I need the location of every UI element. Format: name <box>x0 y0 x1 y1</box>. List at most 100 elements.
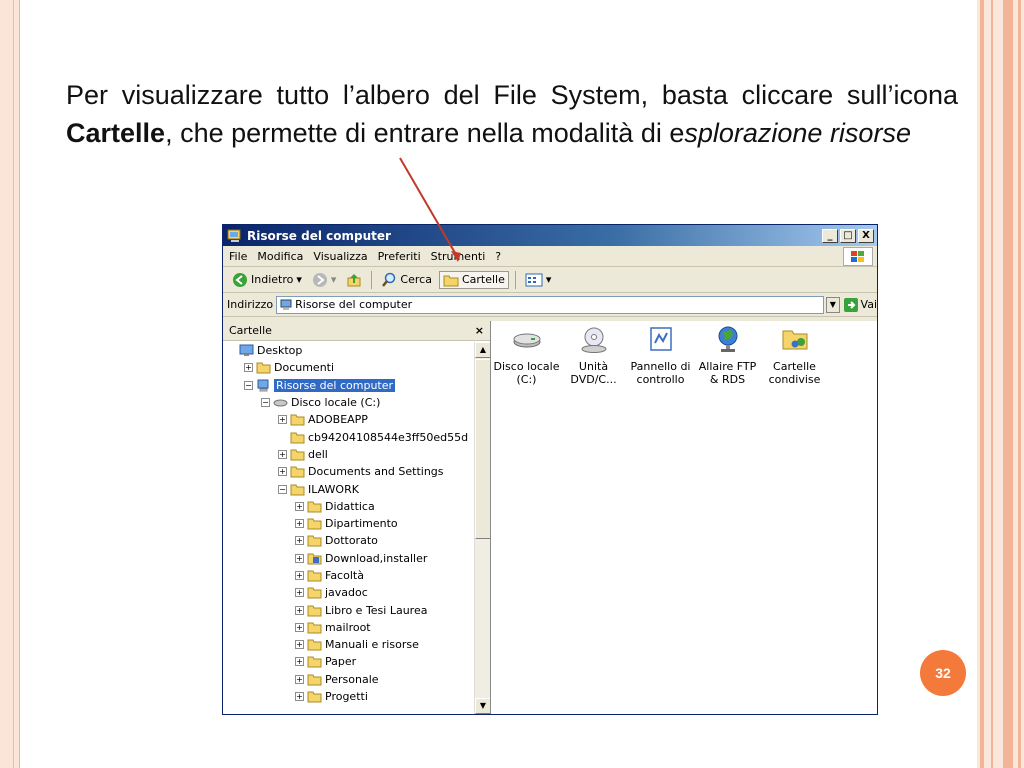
expand-icon[interactable]: + <box>278 415 287 425</box>
expand-icon[interactable]: + <box>295 588 304 598</box>
folder-icon <box>290 465 305 478</box>
minimize-button[interactable]: _ <box>822 228 838 243</box>
go-button[interactable]: Vai <box>843 297 877 312</box>
content-item[interactable]: Pannello di controllo <box>627 325 694 386</box>
tree-item[interactable]: − ILAWORK <box>223 480 474 497</box>
expand-icon[interactable]: + <box>278 467 287 477</box>
close-pane-button[interactable]: × <box>475 324 484 337</box>
expand-icon[interactable]: + <box>295 640 304 650</box>
back-dropdown-icon[interactable]: ▾ <box>296 273 302 286</box>
tree-item[interactable]: + Dipartimento <box>223 515 474 532</box>
left-decoration-band <box>0 0 20 768</box>
folders-label: Cartelle <box>461 273 505 286</box>
menu-preferiti[interactable]: Preferiti <box>378 250 421 263</box>
tree-item[interactable]: + Dottorato <box>223 532 474 549</box>
tree-item[interactable]: + Personale <box>223 671 474 688</box>
scroll-down-button[interactable]: ▼ <box>475 698 490 714</box>
tree-item[interactable]: + Facoltà <box>223 567 474 584</box>
toolbar-separator <box>371 270 373 289</box>
forward-button[interactable]: ▾ <box>309 271 340 289</box>
content-item-label: Cartelle condivise <box>768 360 821 386</box>
views-button[interactable]: ▾ <box>522 272 555 288</box>
menu-modifica[interactable]: Modifica <box>257 250 303 263</box>
expand-icon[interactable]: + <box>295 622 304 632</box>
folder-icon <box>307 638 322 651</box>
folder-icon <box>290 448 305 461</box>
tree-item-label: Libro e Tesi Laurea <box>325 603 428 617</box>
address-label: Indirizzo <box>227 298 274 311</box>
collapse-icon[interactable]: − <box>261 398 270 408</box>
control-panel-icon <box>645 325 677 360</box>
tree-item[interactable]: + Libro e Tesi Laurea <box>223 601 474 618</box>
collapse-icon[interactable]: − <box>244 380 253 390</box>
expand-icon[interactable]: + <box>295 674 304 684</box>
expand-icon[interactable]: + <box>295 692 304 702</box>
tree-item-label: Desktop <box>257 344 303 358</box>
windows-logo-icon <box>843 247 873 266</box>
content-pane: Disco locale (C:) Unità DVD/C... Pannello … <box>491 321 877 714</box>
expand-icon[interactable]: + <box>295 605 304 615</box>
expand-icon[interactable]: + <box>295 571 304 580</box>
tree-item[interactable]: + Paper <box>223 653 474 670</box>
content-item[interactable]: Allaire FTP & RDS <box>694 325 761 386</box>
tree-item[interactable]: + Manuali e risorse <box>223 636 474 653</box>
tree-item-label: Documenti <box>274 361 335 375</box>
folder-icon <box>307 621 322 634</box>
expand-icon[interactable]: + <box>244 363 253 373</box>
tree-item[interactable]: + javadoc <box>223 584 474 601</box>
forward-dropdown-icon[interactable]: ▾ <box>331 273 337 286</box>
tree-item[interactable]: + Documenti <box>223 359 474 376</box>
esplorazione-italic-text: splorazione risorse <box>684 118 911 148</box>
tree-item[interactable]: + Download,installer <box>223 550 474 567</box>
tree-item[interactable]: + mailroot <box>223 619 474 636</box>
back-button[interactable]: Indietro ▾ <box>229 271 305 289</box>
tree-item[interactable]: − Risorse del computer <box>223 377 474 394</box>
maximize-button[interactable]: □ <box>840 228 856 243</box>
tree-item[interactable]: + ADOBEAPP <box>223 411 474 428</box>
expand-icon[interactable]: + <box>295 536 304 546</box>
up-folder-button[interactable] <box>343 271 365 289</box>
content-item[interactable]: Unità DVD/C... <box>560 325 627 386</box>
tree-item[interactable]: + Didattica <box>223 498 474 515</box>
menu-help[interactable]: ? <box>495 250 501 263</box>
expand-icon[interactable]: + <box>295 553 304 563</box>
tree-item[interactable]: + dell <box>223 446 474 463</box>
address-dropdown-icon[interactable]: ▼ <box>826 296 840 313</box>
close-button[interactable]: X <box>858 228 874 243</box>
scroll-thumb[interactable] <box>475 359 490 539</box>
tree-item[interactable]: + Progetti <box>223 688 474 705</box>
standard-toolbar: Indietro ▾ ▾ Cerca Cartelle ▾ <box>223 267 877 293</box>
menu-file[interactable]: File <box>229 250 247 263</box>
address-bar: Indirizzo Risorse del computer ▼ Vai <box>223 293 877 317</box>
search-button[interactable]: Cerca <box>378 271 435 289</box>
menu-visualizza[interactable]: Visualizza <box>313 250 367 263</box>
folders-pane: Cartelle × Desktop + Documenti − Risorse del… <box>223 321 491 714</box>
hard-drive-icon <box>511 325 543 360</box>
folder-icon <box>307 655 322 668</box>
tree-item[interactable]: Desktop <box>223 342 474 359</box>
tree-item-label: mailroot <box>325 620 371 634</box>
scroll-up-button[interactable]: ▲ <box>475 342 490 358</box>
title-bar[interactable]: Risorse del computer _ □ X <box>223 225 877 246</box>
content-item[interactable]: Cartelle condivise <box>761 325 828 386</box>
views-dropdown-icon[interactable]: ▾ <box>546 273 552 286</box>
folders-button[interactable]: Cartelle <box>438 270 509 289</box>
computer-icon <box>256 379 271 392</box>
menu-bar: File Modifica Visualizza Preferiti Strum… <box>223 246 877 267</box>
menu-strumenti[interactable]: Strumenti <box>431 250 486 263</box>
address-input[interactable]: Risorse del computer <box>276 295 825 314</box>
tree-scrollbar[interactable]: ▲ ▼ <box>474 342 490 714</box>
tree-item-label: javadoc <box>325 586 368 600</box>
tree-item[interactable]: − Disco locale (C:) <box>223 394 474 411</box>
up-folder-icon <box>347 273 361 286</box>
expand-icon[interactable]: + <box>295 501 304 511</box>
tree-item-label: Didattica <box>325 499 375 513</box>
tree-item[interactable]: cb94204108544e3ff50ed55d <box>223 428 474 445</box>
expand-icon[interactable]: + <box>278 449 287 459</box>
explorer-body: Cartelle × Desktop + Documenti − Risorse del… <box>223 321 877 714</box>
content-item[interactable]: Disco locale (C:) <box>493 325 560 386</box>
expand-icon[interactable]: + <box>295 519 304 529</box>
tree-item[interactable]: + Documents and Settings <box>223 463 474 480</box>
collapse-icon[interactable]: − <box>278 484 287 494</box>
expand-icon[interactable]: + <box>295 657 304 667</box>
